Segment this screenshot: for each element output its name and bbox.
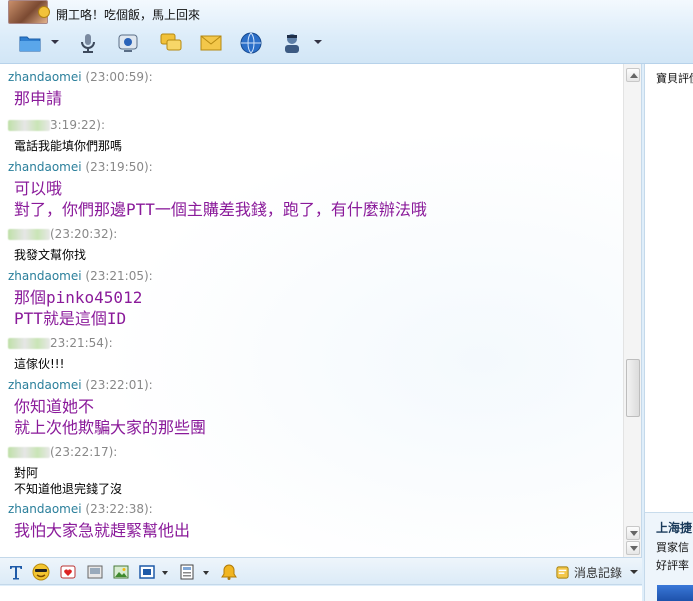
status-message[interactable]: 開工咯！吃個飯，馬上回來 bbox=[56, 6, 200, 23]
scroll-down-button[interactable] bbox=[626, 526, 640, 540]
chat-bubbles-icon[interactable] bbox=[157, 30, 185, 56]
input-toolbar: 消息記錄 bbox=[0, 557, 642, 585]
message-text: 就上次他欺騙大家的那些團 bbox=[14, 418, 207, 437]
history-label: 消息記錄 bbox=[574, 565, 623, 580]
capture-menu-caret[interactable] bbox=[162, 571, 168, 575]
message-text: 對了，你們那邊PTT一個主購差我錢，跑了，有什麼辦法哦 bbox=[14, 200, 427, 219]
item-review-label[interactable]: 寶貝評價 bbox=[656, 70, 693, 86]
sender-name[interactable]: zhandaomei bbox=[8, 269, 82, 283]
message-header: zhandaomei (23:22:01): bbox=[0, 378, 620, 392]
gift-icon[interactable] bbox=[58, 562, 78, 582]
message-text: 我怕大家急就趕緊幫他出 bbox=[14, 521, 191, 540]
more-tools-caret[interactable] bbox=[314, 40, 322, 44]
status-badge-icon[interactable] bbox=[38, 6, 50, 18]
message-item: 23:21:54): 這傢伙!!! bbox=[0, 336, 620, 372]
folder-menu-caret[interactable] bbox=[51, 40, 59, 44]
emoticon-icon[interactable] bbox=[31, 562, 51, 582]
message-item: zhandaomei (23:21:05): 那個pinko45012 PTT就… bbox=[0, 269, 620, 329]
history-menu-caret[interactable] bbox=[630, 570, 639, 574]
layout-menu-caret[interactable] bbox=[203, 571, 209, 575]
webcam-icon[interactable] bbox=[114, 30, 142, 56]
font-style-icon[interactable] bbox=[6, 562, 26, 582]
title-bar: 開工咯！吃個飯，馬上回來 bbox=[0, 0, 693, 64]
sender-name[interactable]: zhandaomei bbox=[8, 70, 82, 84]
message-text: 那申請 bbox=[14, 89, 63, 108]
message-header: zhandaomei (23:22:38): bbox=[0, 502, 620, 516]
chat-scrollbar[interactable] bbox=[623, 64, 641, 557]
message-time: 23:21:54): bbox=[50, 336, 113, 350]
message-item: (23:20:32): 我發文幫你找 bbox=[0, 227, 620, 263]
message-time: (23:22:38): bbox=[85, 502, 153, 516]
redacted-sender-name bbox=[8, 229, 50, 240]
history-icon bbox=[556, 565, 569, 579]
message-header: zhandaomei (23:19:50): bbox=[0, 160, 620, 174]
envelope-icon[interactable] bbox=[197, 30, 225, 56]
message-item: (23:22:17): 對阿 不知道他退完錢了沒 bbox=[0, 445, 620, 497]
message-text: 那個pinko45012 bbox=[14, 288, 143, 307]
message-list: zhandaomei (23:00:59): 那申請 3:19:22): 電話我… bbox=[0, 64, 622, 557]
shop-info-card: 上海捷 買家信 好評率 bbox=[645, 512, 693, 601]
folder-icon[interactable] bbox=[16, 30, 44, 56]
message-item: zhandaomei (23:19:50): 可以哦 對了，你們那邊PTT一個主… bbox=[0, 160, 620, 220]
scroll-thumb[interactable] bbox=[626, 359, 640, 417]
message-text: 可以哦 bbox=[14, 179, 63, 198]
message-header: (23:20:32): bbox=[0, 227, 620, 241]
message-header: (23:22:17): bbox=[0, 445, 620, 459]
message-text: 不知道他退完錢了沒 bbox=[14, 482, 123, 496]
sender-name[interactable]: zhandaomei bbox=[8, 160, 82, 174]
positive-rate-label: 好評率 bbox=[656, 559, 689, 572]
redacted-sender-name bbox=[8, 447, 50, 458]
message-time: 3:19:22): bbox=[50, 118, 105, 132]
message-text: PTT就是這個ID bbox=[14, 309, 127, 328]
message-text: 對阿 bbox=[14, 466, 39, 480]
message-item: zhandaomei (23:22:01): 你知道她不 就上次他欺騙大家的那些… bbox=[0, 378, 620, 438]
shop-thumbnail[interactable] bbox=[657, 585, 693, 601]
screen-capture-icon[interactable] bbox=[137, 562, 157, 582]
message-item: 3:19:22): 電話我能填你們那嗎 bbox=[0, 118, 620, 154]
message-text: 你知道她不 bbox=[14, 397, 95, 416]
sender-name[interactable]: zhandaomei bbox=[8, 378, 82, 392]
message-time: (23:00:59): bbox=[85, 70, 153, 84]
globe-icon[interactable] bbox=[237, 30, 265, 56]
message-header: zhandaomei (23:00:59): bbox=[0, 70, 620, 84]
redacted-sender-name bbox=[8, 338, 50, 349]
message-time: (23:21:05): bbox=[85, 269, 153, 283]
message-item: zhandaomei (23:00:59): 那申請 bbox=[0, 70, 620, 109]
screenshot-icon[interactable] bbox=[85, 562, 105, 582]
agent-icon[interactable] bbox=[278, 30, 306, 56]
message-history-button[interactable]: 消息記錄 bbox=[555, 563, 639, 581]
message-input[interactable] bbox=[0, 586, 642, 601]
shop-title[interactable]: 上海捷 bbox=[656, 519, 692, 536]
message-header: 3:19:22): bbox=[0, 118, 620, 132]
message-time: (23:22:01): bbox=[85, 378, 153, 392]
scroll-bottom-button[interactable] bbox=[626, 541, 640, 555]
message-header: zhandaomei (23:21:05): bbox=[0, 269, 620, 283]
layout-icon[interactable] bbox=[177, 562, 197, 582]
message-text: 我發文幫你找 bbox=[14, 248, 87, 262]
message-text: 這傢伙!!! bbox=[14, 357, 65, 371]
message-text: 電話我能填你們那嗎 bbox=[14, 139, 123, 153]
message-header: 23:21:54): bbox=[0, 336, 620, 350]
message-item: zhandaomei (23:22:38): 我怕大家急就趕緊幫他出 bbox=[0, 502, 620, 541]
message-time: (23:22:17): bbox=[50, 445, 118, 459]
redacted-sender-name bbox=[8, 120, 50, 131]
message-time: (23:20:32): bbox=[50, 227, 118, 241]
chat-history-panel: zhandaomei (23:00:59): 那申請 3:19:22): 電話我… bbox=[0, 64, 642, 557]
microphone-icon[interactable] bbox=[74, 30, 102, 56]
right-info-panel: 寶貝評價 上海捷 買家信 好評率 bbox=[644, 64, 693, 601]
message-time: (23:19:50): bbox=[85, 160, 153, 174]
buyer-credit-label: 買家信 bbox=[656, 541, 689, 554]
scroll-up-button[interactable] bbox=[626, 68, 640, 82]
sender-name[interactable]: zhandaomei bbox=[8, 502, 82, 516]
image-icon[interactable] bbox=[111, 562, 131, 582]
bell-icon[interactable] bbox=[219, 562, 239, 582]
